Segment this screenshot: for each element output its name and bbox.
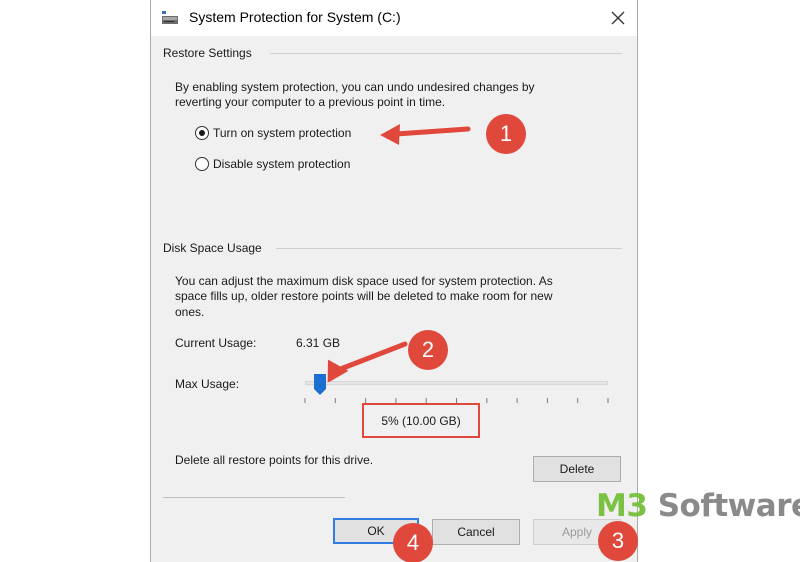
radio-disable-protection[interactable]: Disable system protection bbox=[195, 157, 350, 171]
watermark-software: Software bbox=[647, 488, 800, 524]
max-usage-value: 5% (10.00 GB) bbox=[381, 413, 461, 428]
close-icon bbox=[611, 11, 625, 25]
restore-settings-description-line2: reverting your computer to a previous po… bbox=[175, 95, 446, 109]
annotation-badge-1-label: 1 bbox=[499, 121, 513, 146]
watermark-m3: M3 bbox=[596, 488, 648, 524]
m3-software-watermark: M3 Software bbox=[596, 488, 800, 524]
annotation-arrow-2 bbox=[327, 341, 408, 382]
title-bar: System Protection for System (C:) bbox=[151, 0, 637, 36]
radio-turn-on-label: Turn on system protection bbox=[213, 126, 352, 140]
max-usage-value-box: 5% (10.00 GB) bbox=[362, 403, 480, 438]
window-title: System Protection for System (C:) bbox=[189, 9, 401, 25]
radio-dot bbox=[199, 130, 205, 136]
annotation-badge-2-label: 2 bbox=[421, 337, 435, 362]
computer-drive-icon bbox=[162, 11, 178, 24]
disk-space-description-line3: ones. bbox=[175, 305, 205, 319]
radio-turn-on-protection[interactable]: Turn on system protection bbox=[195, 126, 351, 140]
max-usage-label: Max Usage: bbox=[175, 377, 240, 391]
radio-unselected-indicator bbox=[195, 157, 209, 171]
restore-settings-heading: Restore Settings bbox=[163, 46, 260, 60]
footer-divider bbox=[163, 497, 345, 498]
disk-space-description-line1: You can adjust the maximum disk space us… bbox=[175, 274, 553, 288]
restore-settings-divider bbox=[270, 53, 622, 54]
disk-space-description-line2: space fills up, older restore points wil… bbox=[175, 289, 553, 303]
delete-restore-points-text: Delete all restore points for this drive… bbox=[175, 453, 374, 467]
annotation-badge-4: 4 bbox=[393, 523, 433, 562]
disk-space-divider bbox=[276, 248, 622, 249]
restore-settings-description-line1: By enabling system protection, you can u… bbox=[175, 80, 535, 94]
radio-disable-label: Disable system protection bbox=[213, 157, 351, 171]
annotation-badge-3-label: 3 bbox=[611, 528, 625, 553]
disk-space-heading: Disk Space Usage bbox=[163, 241, 270, 255]
annotation-badge-1: 1 bbox=[486, 114, 526, 154]
annotation-badge-2: 2 bbox=[408, 330, 448, 370]
close-button[interactable] bbox=[603, 4, 633, 32]
annotation-badge-4-label: 4 bbox=[406, 530, 420, 555]
cancel-button[interactable]: Cancel bbox=[432, 519, 520, 545]
delete-button[interactable]: Delete bbox=[533, 456, 621, 482]
current-usage-label: Current Usage: bbox=[175, 336, 257, 350]
radio-selected-indicator bbox=[195, 126, 209, 140]
annotation-arrow-1 bbox=[380, 124, 471, 145]
annotation-badge-3: 3 bbox=[598, 521, 638, 561]
